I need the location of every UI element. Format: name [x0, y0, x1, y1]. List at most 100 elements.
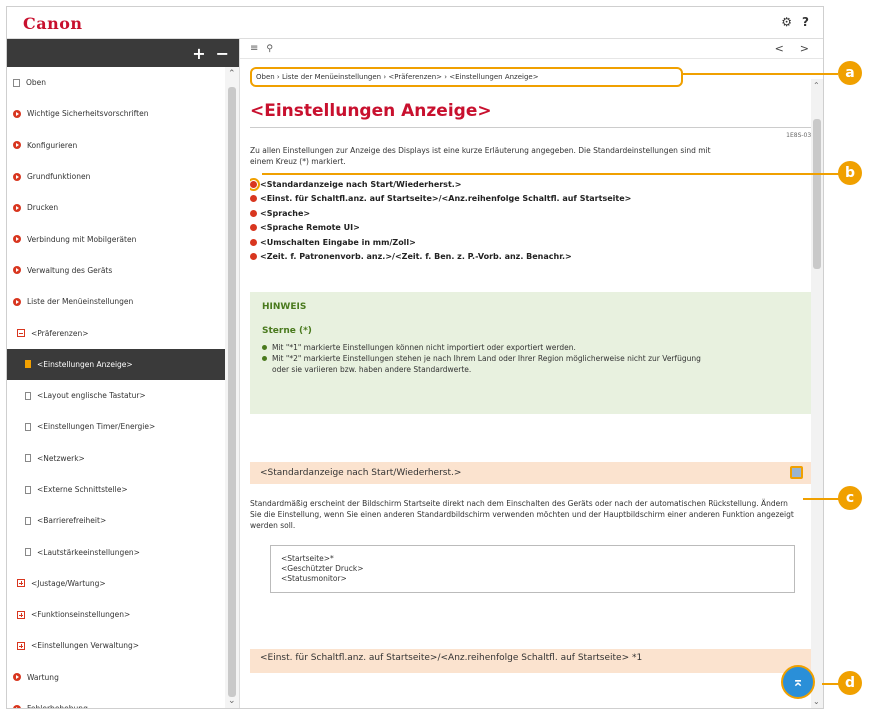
- note-item: Mit "*2" markierte Einstellungen stehen …: [262, 353, 702, 375]
- page-icon: [25, 548, 31, 557]
- sidebar-item[interactable]: Drucken: [7, 192, 225, 223]
- menu-icon[interactable]: ≡: [250, 43, 258, 54]
- chapter-icon: [13, 203, 21, 212]
- bullet-icon: [250, 195, 257, 203]
- sidebar-item[interactable]: Verbindung mit Mobilgeräten: [7, 223, 225, 254]
- sidebar-item-label: Konfigurieren: [27, 140, 78, 150]
- sidebar-item-label: Wichtige Sicherheitsvorschriften: [27, 109, 149, 119]
- section-link[interactable]: <Einst. für Schaltfl.anz. auf Startseite…: [250, 192, 815, 207]
- sidebar: + − Oben Wichtige Sicherheitsvorschriften…: [7, 39, 240, 708]
- scroll-up-icon[interactable]: ⌃: [228, 69, 236, 79]
- home-icon: [13, 78, 20, 87]
- sidebar-item[interactable]: Wartung: [7, 662, 225, 693]
- bullet-icon: [250, 177, 260, 191]
- sidebar-item-label: <Externe Schnittstelle>: [37, 485, 128, 494]
- note-title: HINWEIS: [262, 302, 307, 312]
- sidebar-item-label: <Einstellungen Verwaltung>: [31, 641, 140, 651]
- note-box: HINWEIS Sterne (*) Mit "*1" markierte Ei…: [250, 292, 815, 414]
- sidebar-item-label: Wartung: [27, 672, 59, 682]
- sidebar-item[interactable]: <Layout englische Tastatur>: [7, 380, 225, 411]
- section-link[interactable]: <Standardanzeige nach Start/Wiederherst.…: [250, 177, 815, 192]
- settings-icon[interactable]: ⚙: [781, 15, 792, 29]
- page-icon: [25, 422, 31, 431]
- help-icon[interactable]: ?: [802, 15, 809, 29]
- section-heading[interactable]: <Standardanzeige nach Start/Wiederherst.…: [250, 462, 815, 484]
- chapter-icon: [13, 297, 21, 306]
- section-link-text: <Sprache>: [260, 208, 311, 218]
- scroll-down-icon[interactable]: ⌄: [813, 697, 820, 706]
- sidebar-item[interactable]: <Funktionseinstellungen>: [7, 599, 225, 630]
- sidebar-item[interactable]: Wichtige Sicherheitsvorschriften: [7, 98, 225, 129]
- main-toolbar: ≡ ⚲: [240, 39, 823, 59]
- sidebar-item[interactable]: Verwaltung des Geräts: [7, 255, 225, 286]
- collapse-icon[interactable]: [790, 466, 803, 479]
- document-id: 1E8S-038: [786, 132, 815, 139]
- scroll-up-icon[interactable]: ⌃: [813, 81, 820, 90]
- callout-line: [262, 173, 840, 175]
- sidebar-item[interactable]: Grundfunktionen: [7, 161, 225, 192]
- option-item: <Startseite>*: [281, 554, 334, 563]
- collapse-all-button[interactable]: −: [216, 44, 229, 63]
- sidebar-item-label: Fehlerbehebung: [27, 704, 88, 708]
- bullet-icon: [250, 253, 257, 261]
- sidebar-item[interactable]: Liste der Menüeinstellungen: [7, 286, 225, 317]
- help-window: Canon ⚙ ? + − Oben Wichtige Sicherheitsvo…: [6, 6, 824, 709]
- sidebar-tree: Oben Wichtige Sicherheitsvorschriften Konf…: [7, 67, 225, 708]
- sidebar-item[interactable]: <Netzwerk>: [7, 443, 225, 474]
- sidebar-item[interactable]: <Einstellungen Timer/Energie>: [7, 411, 225, 442]
- section-link[interactable]: <Zeit. f. Patronenvorb. anz.>/<Zeit. f. …: [250, 250, 815, 265]
- bullet-icon: [250, 209, 257, 217]
- section-link[interactable]: <Sprache Remote UI>: [250, 221, 815, 236]
- sidebar-item-label: <Einstellungen Anzeige>: [37, 359, 133, 369]
- content-area: <Einstellungen Anzeige> 1E8S-038 Zu alle…: [250, 87, 815, 708]
- chapter-icon: [13, 704, 21, 708]
- sidebar-scrollbar[interactable]: ⌃ ⌄: [225, 67, 239, 708]
- top-bar: Canon ⚙ ?: [7, 7, 823, 39]
- intro-text: Zu allen Einstellungen zur Anzeige des D…: [250, 146, 711, 166]
- sidebar-item[interactable]: <Einstellungen Anzeige>: [7, 348, 225, 380]
- sidebar-item[interactable]: <Präferenzen>: [7, 317, 225, 348]
- previous-page-button[interactable]: <: [775, 42, 784, 55]
- sidebar-item[interactable]: <Externe Schnittstelle>: [7, 474, 225, 505]
- next-page-button[interactable]: >: [800, 42, 809, 55]
- back-to-top-button[interactable]: ⌅: [781, 665, 815, 699]
- sidebar-item[interactable]: <Justage/Wartung>: [7, 568, 225, 599]
- search-icon[interactable]: ⚲: [266, 44, 273, 54]
- option-item: <Geschützter Druck>: [281, 564, 364, 573]
- sidebar-item-label: <Funktionseinstellungen>: [31, 610, 131, 620]
- sidebar-item-label: Oben: [26, 78, 47, 88]
- scroll-down-icon[interactable]: ⌄: [228, 696, 236, 706]
- section-link-text: <Sprache Remote UI>: [260, 223, 360, 233]
- sidebar-item[interactable]: Fehlerbehebung: [7, 693, 225, 708]
- expand-icon: [17, 579, 25, 588]
- callout-d: d: [838, 671, 862, 695]
- section-text: Standardmäßig erscheint der Bildschirm S…: [250, 499, 794, 530]
- callout-c: c: [838, 486, 862, 510]
- sidebar-item-label: <Barrierefreiheit>: [37, 516, 107, 526]
- sidebar-item-label: <Lautstärkeeinstellungen>: [37, 547, 140, 557]
- breadcrumb[interactable]: Oben › Liste der Menüeinstellungen › <Pr…: [250, 67, 683, 87]
- section-link[interactable]: <Sprache>: [250, 206, 815, 221]
- option-item: <Statusmonitor>: [281, 574, 347, 583]
- sidebar-item[interactable]: <Lautstärkeeinstellungen>: [7, 536, 225, 567]
- sidebar-item[interactable]: <Einstellungen Verwaltung>: [7, 630, 225, 661]
- section-link-text: <Standardanzeige nach Start/Wiederherst.…: [260, 179, 462, 189]
- section-link[interactable]: <Umschalten Eingabe in mm/Zoll>: [250, 235, 815, 250]
- page-icon: [25, 454, 31, 463]
- main-scroll-thumb[interactable]: [813, 119, 821, 269]
- sidebar-item[interactable]: <Barrierefreiheit>: [7, 505, 225, 536]
- callout-b: b: [838, 161, 862, 185]
- section-heading[interactable]: <Einst. für Schaltfl.anz. auf Startseite…: [250, 649, 815, 673]
- sidebar-header: + −: [7, 39, 239, 67]
- sidebar-item[interactable]: Oben: [7, 67, 225, 98]
- sidebar-item-label: Drucken: [27, 203, 59, 213]
- sidebar-item-label: <Präferenzen>: [31, 328, 89, 338]
- section-link-text: <Zeit. f. Patronenvorb. anz.>/<Zeit. f. …: [260, 252, 572, 262]
- callout-a: a: [838, 61, 862, 85]
- section-links: <Standardanzeige nach Start/Wiederherst.…: [250, 177, 815, 264]
- section-link-text: <Einst. für Schaltfl.anz. auf Startseite…: [260, 194, 632, 204]
- sidebar-item-label: <Einstellungen Timer/Energie>: [37, 422, 156, 432]
- sidebar-scroll-thumb[interactable]: [228, 87, 236, 697]
- expand-all-button[interactable]: +: [192, 44, 205, 63]
- sidebar-item[interactable]: Konfigurieren: [7, 130, 225, 161]
